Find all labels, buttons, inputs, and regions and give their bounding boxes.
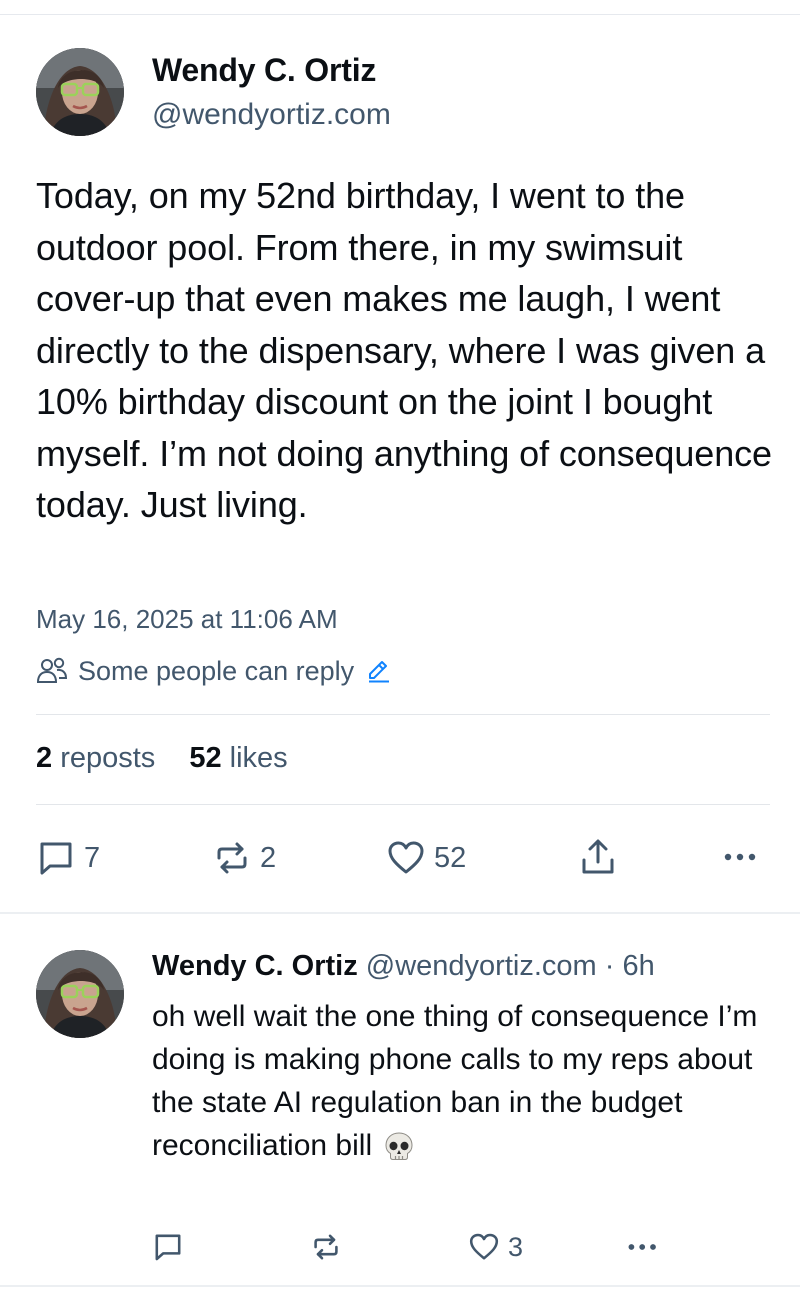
reply-author-handle[interactable]: @wendyortiz.com — [366, 950, 597, 982]
heart-icon — [469, 1233, 499, 1260]
top-divider — [0, 14, 800, 15]
post-timestamp: May 16, 2025 at 11:06 AM — [36, 604, 338, 634]
comment-icon — [155, 1234, 181, 1261]
reposts-label: reposts — [60, 742, 156, 774]
post-stats: 2 reposts 52 likes — [36, 742, 288, 775]
reply-author-name[interactable]: Wendy C. Ortiz — [152, 950, 358, 982]
stats-top-divider — [36, 714, 770, 715]
stats-bottom-divider — [36, 804, 770, 805]
author-avatar[interactable] — [36, 48, 124, 136]
author-handle[interactable]: @wendyortiz.com — [152, 98, 391, 132]
reply-like-button[interactable]: 3 — [468, 1231, 523, 1263]
more-options-button[interactable] — [722, 847, 762, 867]
skull-icon — [385, 1132, 413, 1161]
reply-like-count: 3 — [508, 1231, 524, 1262]
more-icon — [724, 853, 756, 861]
post-text: Today, on my 52nd birthday, I went to th… — [36, 175, 772, 525]
reply-author-avatar[interactable] — [36, 950, 124, 1038]
likes-stat[interactable]: 52 likes — [189, 742, 287, 775]
pencil-icon[interactable] — [366, 658, 392, 684]
like-count: 52 — [434, 841, 467, 874]
likes-label: likes — [229, 742, 288, 774]
reply-repost-button[interactable] — [310, 1231, 342, 1263]
section-divider — [0, 912, 800, 914]
repost-icon — [217, 842, 247, 874]
share-button[interactable] — [578, 838, 618, 878]
author-name[interactable]: Wendy C. Ortiz — [152, 52, 376, 89]
people-icon — [36, 657, 68, 683]
reply-reply-button[interactable] — [152, 1231, 184, 1263]
reply-time[interactable]: 6h — [622, 950, 654, 982]
reply-text: oh well wait the one thing of consequenc… — [152, 1000, 758, 1162]
reply-more-options-button[interactable] — [626, 1238, 662, 1256]
reposts-stat[interactable]: 2 reposts — [36, 742, 155, 775]
reply-header: Wendy C. Ortiz @wendyortiz.com · 6h — [152, 950, 655, 983]
reply-count: 7 — [84, 841, 101, 874]
like-button[interactable]: 52 — [386, 838, 466, 878]
reply-button[interactable]: 7 — [36, 838, 100, 878]
reply-text-block: oh well wait the one thing of consequenc… — [152, 995, 772, 1167]
reply-separator: · — [604, 950, 615, 982]
more-icon — [628, 1244, 656, 1250]
reposts-count: 2 — [36, 742, 53, 774]
reply-setting-label: Some people can reply — [78, 655, 355, 686]
comment-icon — [40, 842, 72, 875]
share-icon — [582, 839, 614, 874]
likes-count: 52 — [189, 742, 222, 774]
heart-icon — [388, 841, 424, 874]
repost-count: 2 — [260, 841, 277, 874]
reply-setting[interactable]: Some people can reply — [36, 653, 392, 689]
repost-button[interactable]: 2 — [212, 838, 276, 878]
repost-icon — [314, 1234, 338, 1260]
bottom-divider — [0, 1285, 800, 1287]
